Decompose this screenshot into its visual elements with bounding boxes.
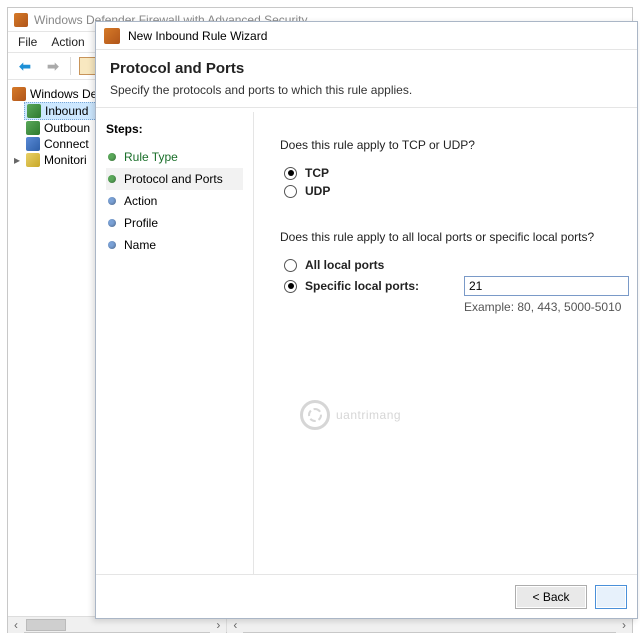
nav-fwd-button: ➡	[42, 55, 64, 77]
wizard-body: Steps: Rule Type Protocol and Ports Acti…	[96, 112, 637, 574]
step-rule-type[interactable]: Rule Type	[106, 146, 243, 168]
radio-icon	[284, 280, 297, 293]
menu-action[interactable]: Action	[51, 35, 84, 49]
wizard-heading: Protocol and Ports	[110, 60, 623, 77]
tree-root-label: Windows De	[30, 87, 97, 101]
toolbar-sep	[70, 57, 71, 75]
connection-icon	[26, 137, 40, 151]
scroll-track[interactable]	[24, 617, 210, 632]
steps-label: Steps:	[106, 122, 243, 136]
step-label: Name	[124, 238, 156, 252]
step-bullet-icon	[108, 153, 116, 161]
step-label: Profile	[124, 216, 158, 230]
radio-icon	[284, 185, 297, 198]
radio-all-ports[interactable]: All local ports	[284, 258, 629, 272]
step-protocol-ports[interactable]: Protocol and Ports	[106, 168, 243, 190]
wizard-header: Protocol and Ports Specify the protocols…	[96, 50, 637, 108]
scroll-left-icon[interactable]: ‹	[227, 617, 243, 633]
rules-icon	[27, 104, 41, 118]
firewall-icon	[12, 87, 26, 101]
tree-item-label: Monitori	[44, 153, 87, 167]
scroll-thumb[interactable]	[26, 619, 66, 631]
wizard-dialog: New Inbound Rule Wizard Protocol and Por…	[95, 21, 638, 619]
rules-icon	[26, 121, 40, 135]
radio-label: UDP	[305, 184, 330, 198]
firewall-icon	[104, 28, 120, 44]
arrow-right-icon: ➡	[47, 58, 59, 75]
back-button[interactable]: < Back	[515, 585, 587, 609]
step-bullet-icon	[108, 219, 116, 227]
wizard-sub: Specify the protocols and ports to which…	[110, 83, 623, 97]
wizard-footer: < Back	[96, 574, 637, 618]
step-label: Action	[124, 194, 157, 208]
menu-file[interactable]: File	[18, 35, 37, 49]
next-button[interactable]	[595, 585, 627, 609]
radio-tcp[interactable]: TCP	[284, 166, 629, 180]
port-example: Example: 80, 443, 5000-5010	[464, 300, 629, 314]
radio-label: Specific local ports:	[305, 279, 419, 293]
question-ports: Does this rule apply to all local ports …	[280, 230, 629, 244]
step-label: Protocol and Ports	[124, 172, 223, 186]
step-bullet-icon	[108, 197, 116, 205]
wizard-title: New Inbound Rule Wizard	[128, 29, 267, 43]
scroll-right-icon[interactable]: ›	[616, 617, 632, 633]
port-input[interactable]	[464, 276, 629, 296]
chevron-right-icon[interactable]: ▸	[12, 153, 22, 167]
tree-item-label: Outboun	[44, 121, 90, 135]
scroll-left-icon[interactable]: ‹	[8, 617, 24, 633]
wizard-content: Does this rule apply to TCP or UDP? TCP …	[254, 112, 637, 574]
radio-icon	[284, 259, 297, 272]
step-profile[interactable]: Profile	[106, 212, 243, 234]
scroll-track[interactable]	[243, 617, 616, 632]
radio-label: All local ports	[305, 258, 384, 272]
step-label: Rule Type	[124, 150, 178, 164]
step-bullet-icon	[108, 241, 116, 249]
radio-udp[interactable]: UDP	[284, 184, 629, 198]
radio-icon	[284, 167, 297, 180]
radio-specific-ports[interactable]: Specific local ports:	[284, 276, 629, 296]
firewall-icon	[14, 13, 28, 27]
monitor-icon	[26, 153, 40, 167]
scroll-right-icon[interactable]: ›	[210, 617, 226, 633]
back-button-label: < Back	[532, 590, 569, 604]
nav-back-button[interactable]: ⬅	[14, 55, 36, 77]
arrow-left-icon: ⬅	[19, 58, 31, 75]
step-bullet-icon	[108, 175, 116, 183]
step-name[interactable]: Name	[106, 234, 243, 256]
wizard-titlebar: New Inbound Rule Wizard	[96, 22, 637, 50]
tree-item-label: Inbound	[45, 104, 88, 118]
question-protocol: Does this rule apply to TCP or UDP?	[280, 138, 629, 152]
radio-label: TCP	[305, 166, 329, 180]
steps-panel: Steps: Rule Type Protocol and Ports Acti…	[96, 112, 254, 574]
step-action[interactable]: Action	[106, 190, 243, 212]
tree-item-label: Connect	[44, 137, 89, 151]
